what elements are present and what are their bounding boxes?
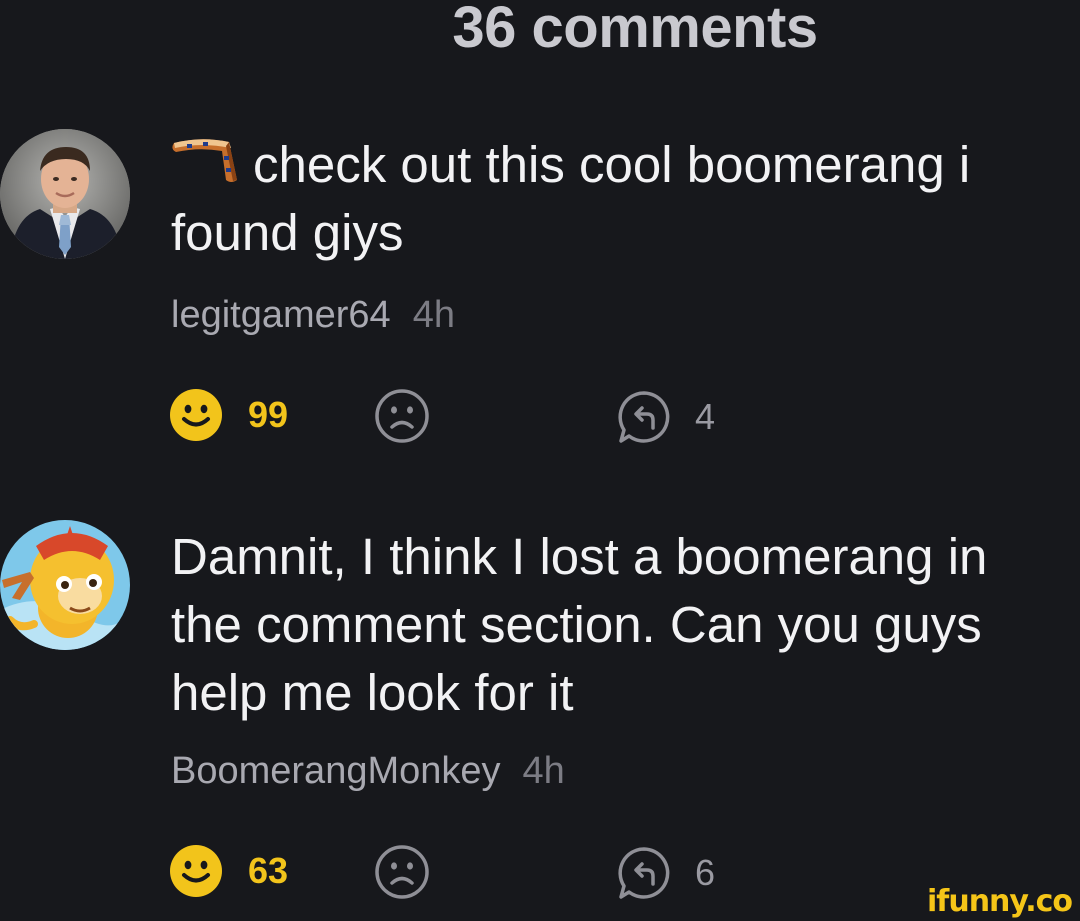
frown-icon[interactable] (374, 844, 430, 900)
reply-count: 6 (695, 852, 716, 893)
monkey-avatar-icon (0, 520, 130, 650)
reply-icon[interactable] (615, 844, 673, 902)
comment-line: check out this cool boomerang i (171, 131, 1080, 199)
smile-count: 63 (248, 850, 289, 891)
frown-icon[interactable] (374, 388, 430, 444)
comment-line: Damnit, I think I lost a boomerang in (171, 528, 988, 585)
timestamp: 4h (412, 294, 455, 336)
avatar[interactable] (0, 129, 130, 259)
reply-icon[interactable] (615, 388, 673, 446)
comment-line-text: check out this cool boomerang i (253, 136, 971, 193)
comment-meta: legitgamer64 4h (171, 294, 455, 337)
username[interactable]: legitgamer64 (171, 294, 391, 336)
comment-line: the comment section. Can you guys (171, 596, 982, 653)
comment-meta: BoomerangMonkey 4h (171, 750, 565, 793)
comment-actions: 63 6 (169, 844, 769, 900)
comment-line: found giys (171, 204, 404, 261)
timestamp: 4h (522, 750, 565, 792)
smile-count: 99 (248, 394, 289, 435)
comment-actions: 99 4 (169, 388, 769, 444)
comment-body: Damnit, I think I lost a boomerang in th… (171, 523, 1080, 727)
man-in-suit-avatar-icon (0, 129, 130, 259)
avatar[interactable] (0, 520, 130, 650)
reply-count: 4 (695, 396, 716, 437)
comment-body: check out this cool boomerang i found gi… (171, 131, 1080, 267)
boomerang-icon (172, 139, 237, 182)
comments-count-title: 36 comments (452, 0, 818, 60)
smile-icon[interactable] (169, 388, 223, 442)
comment-line: help me look for it (171, 664, 574, 721)
ifunny-watermark: ifunny.co (927, 884, 1073, 919)
smile-icon[interactable] (169, 844, 223, 898)
username[interactable]: BoomerangMonkey (171, 750, 501, 792)
comments-header: 36 comments (0, 0, 1080, 61)
